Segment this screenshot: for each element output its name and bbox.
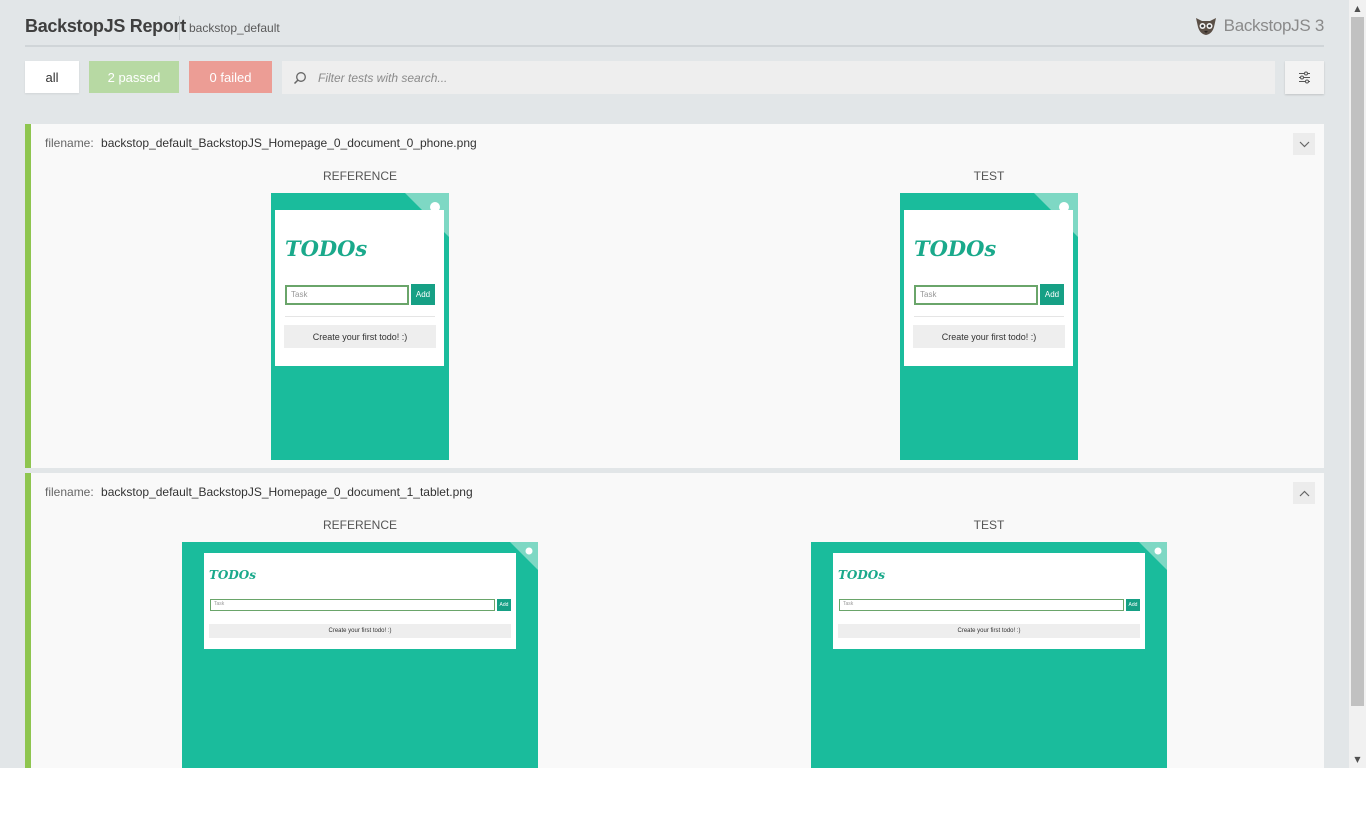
sliders-icon (1299, 71, 1310, 84)
task-input: Task (285, 285, 409, 305)
filename-value: backstop_default_BackstopJS_Homepage_0_d… (101, 136, 477, 150)
report-page: BackstopJS Report backstop_default Backs… (0, 0, 1366, 768)
chevron-up-icon (1299, 490, 1309, 496)
empty-message: Create your first todo! :) (209, 624, 511, 638)
add-button: Add (1126, 599, 1140, 611)
add-button: Add (1040, 284, 1064, 305)
task-input: Task (914, 285, 1038, 305)
scroll-up-arrow-icon[interactable]: ▲ (1349, 0, 1366, 17)
todo-panel: TODOs Task Add Create your first todo! :… (204, 553, 516, 649)
empty-message: Create your first todo! :) (284, 325, 436, 348)
brand-name: BackstopJS 3 (1223, 16, 1325, 35)
filename-value: backstop_default_BackstopJS_Homepage_0_d… (101, 485, 473, 499)
test-label: TEST (973, 169, 1005, 183)
empty-message: Create your first todo! :) (913, 325, 1065, 348)
report-header: BackstopJS Report backstop_default Backs… (25, 0, 1324, 47)
filter-all-button[interactable]: all (25, 61, 79, 93)
filename-label: filename: (45, 485, 94, 499)
add-button: Add (411, 284, 435, 305)
divider (285, 316, 435, 317)
filter-passed-button[interactable]: 2 passed (89, 61, 179, 93)
empty-message: Create your first todo! :) (838, 624, 1140, 638)
expand-toggle-button[interactable] (1293, 133, 1315, 155)
filter-toolbar: all 2 passed 0 failed (25, 61, 1324, 94)
project-name: backstop_default (189, 21, 280, 35)
todo-panel: TODOs Task Add Create your first todo! :… (833, 553, 1145, 649)
add-button: Add (497, 599, 511, 611)
task-input: Task (839, 599, 1124, 611)
settings-button[interactable] (1285, 61, 1324, 94)
reference-image[interactable]: TODOs Task Add Create your first todo! :… (182, 542, 538, 768)
divider (914, 316, 1064, 317)
reference-label: REFERENCE (322, 169, 398, 183)
reference-image[interactable]: TODOs Task Add Create your first todo! :… (271, 193, 449, 460)
test-card: filename: backstop_default_BackstopJS_Ho… (25, 124, 1324, 468)
todo-title: TODOs (285, 236, 368, 261)
test-card: filename: backstop_default_BackstopJS_Ho… (25, 473, 1324, 768)
title-divider (179, 16, 180, 40)
test-label: TEST (973, 518, 1005, 532)
filter-failed-button[interactable]: 0 failed (189, 61, 272, 93)
brand[interactable]: BackstopJS 3 (1194, 15, 1324, 37)
backstop-logo-icon (1195, 18, 1216, 35)
test-filename: filename: backstop_default_BackstopJS_Ho… (45, 485, 473, 499)
search-box (282, 61, 1275, 94)
scrollbar-thumb[interactable] (1351, 17, 1364, 706)
todo-title: TODOs (838, 568, 885, 582)
task-placeholder: Task (920, 290, 937, 299)
test-image[interactable]: TODOs Task Add Create your first todo! :… (900, 193, 1078, 460)
todo-panel: TODOs Task Add Create your first todo! :… (904, 210, 1073, 366)
test-image[interactable]: TODOs Task Add Create your first todo! :… (811, 542, 1167, 768)
todo-panel: TODOs Task Add Create your first todo! :… (275, 210, 444, 366)
test-filename: filename: backstop_default_BackstopJS_Ho… (45, 136, 477, 150)
scroll-down-arrow-icon[interactable]: ▼ (1349, 751, 1366, 768)
task-placeholder: Task (291, 290, 308, 299)
page-title: BackstopJS Report (25, 16, 186, 36)
task-input: Task (210, 599, 495, 611)
task-placeholder: Task (843, 601, 854, 607)
search-icon (282, 71, 318, 85)
task-placeholder: Task (214, 601, 225, 607)
todo-title: TODOs (914, 236, 997, 261)
vertical-scrollbar[interactable]: ▲ ▼ (1349, 0, 1366, 768)
chevron-down-icon (1299, 141, 1309, 147)
reference-label: REFERENCE (322, 518, 398, 532)
search-input[interactable] (318, 70, 1218, 85)
collapse-toggle-button[interactable] (1293, 482, 1315, 504)
todo-title: TODOs (209, 568, 256, 582)
filename-label: filename: (45, 136, 94, 150)
